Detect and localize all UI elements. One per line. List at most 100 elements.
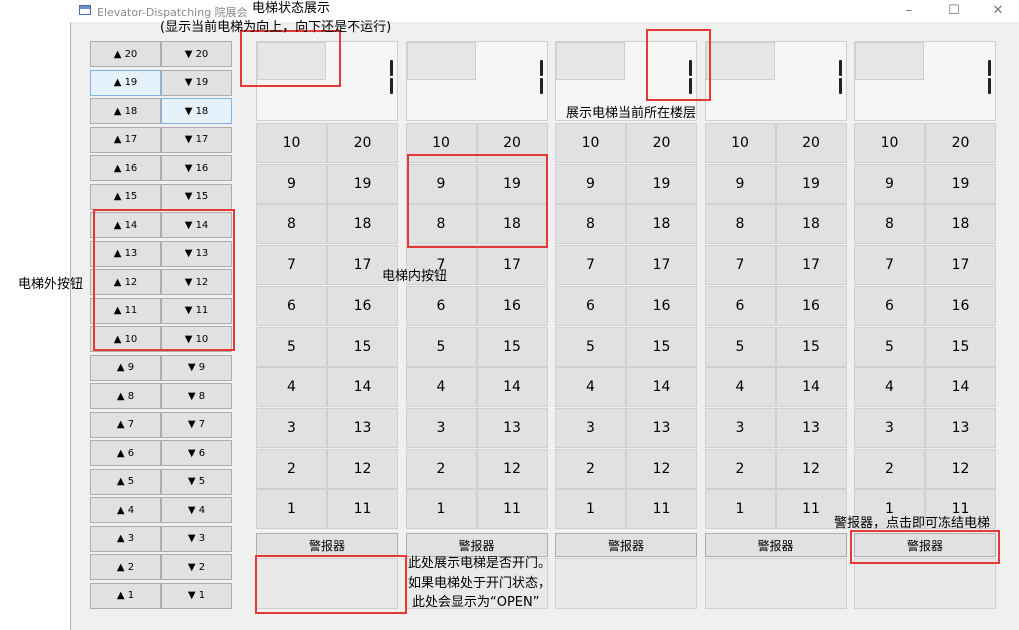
outside-down-button-17[interactable]: ▼ 17 <box>161 126 232 153</box>
inside-floor-button-18[interactable]: 18 <box>775 204 847 245</box>
inside-floor-button-18[interactable]: 18 <box>626 204 697 245</box>
inside-floor-button-9[interactable]: 9 <box>555 163 626 204</box>
inside-floor-button-20[interactable]: 20 <box>626 123 697 163</box>
outside-down-button-20[interactable]: ▼ 20 <box>161 41 232 67</box>
inside-floor-button-4[interactable]: 4 <box>256 367 327 408</box>
inside-floor-button-12[interactable]: 12 <box>775 448 847 489</box>
outside-down-button-5[interactable]: ▼ 5 <box>161 468 232 495</box>
inside-floor-button-17[interactable]: 17 <box>626 245 697 286</box>
inside-floor-button-8[interactable]: 8 <box>555 204 626 245</box>
inside-floor-button-12[interactable]: 12 <box>476 448 548 489</box>
inside-floor-button-10[interactable]: 10 <box>854 123 925 163</box>
maximize-button[interactable]: ☐ <box>940 2 968 20</box>
inside-floor-button-5[interactable]: 5 <box>256 326 327 367</box>
inside-floor-button-14[interactable]: 14 <box>476 367 548 408</box>
outside-down-button-8[interactable]: ▼ 8 <box>161 383 232 409</box>
inside-floor-button-17[interactable]: 17 <box>775 245 847 286</box>
inside-floor-button-5[interactable]: 5 <box>555 326 626 367</box>
inside-floor-button-5[interactable]: 5 <box>704 326 776 367</box>
inside-floor-button-14[interactable]: 14 <box>327 367 398 408</box>
inside-floor-button-7[interactable]: 7 <box>704 245 776 286</box>
outside-up-button-5[interactable]: ▲ 5 <box>90 468 161 495</box>
inside-floor-button-16[interactable]: 16 <box>476 285 548 326</box>
inside-floor-button-7[interactable]: 7 <box>854 245 925 286</box>
inside-floor-button-2[interactable]: 2 <box>704 448 776 489</box>
inside-floor-button-16[interactable]: 16 <box>775 285 847 326</box>
outside-up-button-1[interactable]: ▲ 1 <box>90 582 161 609</box>
inside-floor-button-14[interactable]: 14 <box>775 367 847 408</box>
inside-floor-button-14[interactable]: 14 <box>626 367 697 408</box>
outside-down-button-16[interactable]: ▼ 16 <box>161 155 232 181</box>
inside-floor-button-1[interactable]: 1 <box>405 489 477 530</box>
inside-floor-button-12[interactable]: 12 <box>626 448 697 489</box>
inside-floor-button-13[interactable]: 13 <box>327 407 398 448</box>
inside-floor-button-2[interactable]: 2 <box>405 448 477 489</box>
inside-floor-button-11[interactable]: 11 <box>476 489 548 530</box>
alarm-button[interactable]: 警报器 <box>704 533 847 557</box>
inside-floor-button-16[interactable]: 16 <box>925 285 996 326</box>
alarm-button[interactable]: 警报器 <box>256 533 398 557</box>
inside-floor-button-1[interactable]: 1 <box>704 489 776 530</box>
inside-floor-button-13[interactable]: 13 <box>476 407 548 448</box>
inside-floor-button-7[interactable]: 7 <box>256 245 327 286</box>
outside-down-button-18[interactable]: ▼ 18 <box>161 98 232 124</box>
inside-floor-button-15[interactable]: 15 <box>775 326 847 367</box>
inside-floor-button-3[interactable]: 3 <box>555 407 626 448</box>
inside-floor-button-20[interactable]: 20 <box>925 123 996 163</box>
inside-floor-button-13[interactable]: 13 <box>626 407 697 448</box>
inside-floor-button-5[interactable]: 5 <box>854 326 925 367</box>
inside-floor-button-4[interactable]: 4 <box>704 367 776 408</box>
inside-floor-button-8[interactable]: 8 <box>854 204 925 245</box>
inside-floor-button-19[interactable]: 19 <box>626 163 697 204</box>
inside-floor-button-19[interactable]: 19 <box>925 163 996 204</box>
inside-floor-button-16[interactable]: 16 <box>626 285 697 326</box>
outside-up-button-20[interactable]: ▲ 20 <box>90 41 161 67</box>
outside-up-button-9[interactable]: ▲ 9 <box>90 354 161 381</box>
inside-floor-button-12[interactable]: 12 <box>327 448 398 489</box>
inside-floor-button-20[interactable]: 20 <box>327 123 398 163</box>
inside-floor-button-10[interactable]: 10 <box>256 123 327 163</box>
alarm-button[interactable]: 警报器 <box>405 533 548 557</box>
inside-floor-button-17[interactable]: 17 <box>476 245 548 286</box>
inside-floor-button-20[interactable]: 20 <box>775 123 847 163</box>
outside-down-button-3[interactable]: ▼ 3 <box>161 525 232 552</box>
outside-up-button-15[interactable]: ▲ 15 <box>90 183 161 210</box>
inside-floor-button-13[interactable]: 13 <box>925 407 996 448</box>
inside-floor-button-19[interactable]: 19 <box>327 163 398 204</box>
inside-floor-button-18[interactable]: 18 <box>925 204 996 245</box>
outside-down-button-2[interactable]: ▼ 2 <box>161 554 232 580</box>
inside-floor-button-15[interactable]: 15 <box>476 326 548 367</box>
inside-floor-button-10[interactable]: 10 <box>704 123 776 163</box>
outside-down-button-1[interactable]: ▼ 1 <box>161 582 232 609</box>
inside-floor-button-2[interactable]: 2 <box>854 448 925 489</box>
inside-floor-button-6[interactable]: 6 <box>256 285 327 326</box>
inside-floor-button-6[interactable]: 6 <box>555 285 626 326</box>
inside-floor-button-9[interactable]: 9 <box>854 163 925 204</box>
inside-floor-button-16[interactable]: 16 <box>327 285 398 326</box>
inside-floor-button-15[interactable]: 15 <box>925 326 996 367</box>
inside-floor-button-9[interactable]: 9 <box>256 163 327 204</box>
inside-floor-button-13[interactable]: 13 <box>775 407 847 448</box>
outside-up-button-7[interactable]: ▲ 7 <box>90 411 161 438</box>
inside-floor-button-11[interactable]: 11 <box>327 489 398 530</box>
outside-up-button-4[interactable]: ▲ 4 <box>90 497 161 523</box>
inside-floor-button-19[interactable]: 19 <box>775 163 847 204</box>
inside-floor-button-4[interactable]: 4 <box>854 367 925 408</box>
inside-floor-button-17[interactable]: 17 <box>925 245 996 286</box>
inside-floor-button-8[interactable]: 8 <box>256 204 327 245</box>
inside-floor-button-3[interactable]: 3 <box>256 407 327 448</box>
inside-floor-button-4[interactable]: 4 <box>555 367 626 408</box>
inside-floor-button-3[interactable]: 3 <box>704 407 776 448</box>
outside-up-button-2[interactable]: ▲ 2 <box>90 554 161 580</box>
inside-floor-button-1[interactable]: 1 <box>256 489 327 530</box>
inside-floor-button-15[interactable]: 15 <box>626 326 697 367</box>
inside-floor-button-9[interactable]: 9 <box>704 163 776 204</box>
outside-down-button-15[interactable]: ▼ 15 <box>161 183 232 210</box>
inside-floor-button-6[interactable]: 6 <box>854 285 925 326</box>
outside-up-button-16[interactable]: ▲ 16 <box>90 155 161 181</box>
inside-floor-button-3[interactable]: 3 <box>854 407 925 448</box>
inside-floor-button-4[interactable]: 4 <box>405 367 477 408</box>
inside-floor-button-6[interactable]: 6 <box>704 285 776 326</box>
outside-down-button-7[interactable]: ▼ 7 <box>161 411 232 438</box>
inside-floor-button-6[interactable]: 6 <box>405 285 477 326</box>
